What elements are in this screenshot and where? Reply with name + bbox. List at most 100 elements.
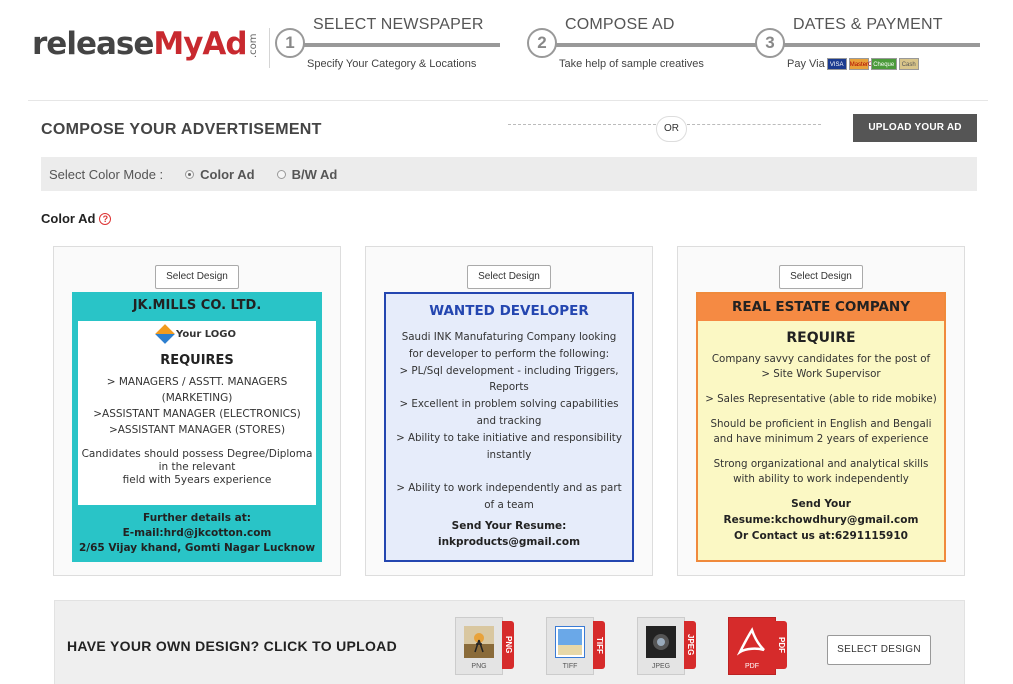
file-ribbon: JPEG — [684, 621, 696, 669]
ad-positions: > MANAGERS / ASSTT. MANAGERS (MARKETING)… — [78, 374, 316, 438]
ad-line: for developer to perform the following: — [408, 347, 610, 360]
step-select-newspaper[interactable]: 1 SELECT NEWSPAPER Specify Your Category… — [275, 14, 500, 74]
ad-paragraph: Company savvy candidates for the post of… — [698, 352, 944, 382]
ad-line: Strong organizational and analytical ski… — [713, 458, 929, 470]
ad-line: Or Contact us at:6291115910 — [734, 530, 908, 542]
png-preview-icon — [464, 626, 494, 658]
divider-dashed-left — [508, 124, 656, 125]
mastercard-icon: MasterCard — [848, 58, 881, 70]
step-number: 3 — [755, 28, 785, 58]
step-subtitle: Pay Via VISA MasterCard Cheque Cash — [787, 58, 919, 70]
upload-prompt: HAVE YOUR OWN DESIGN? CLICK TO UPLOAD — [67, 638, 398, 654]
ad-heading: WANTED DEVELOPER — [429, 303, 589, 319]
radio-label: Color Ad — [200, 166, 255, 182]
pdf-preview-icon — [737, 627, 765, 656]
ad-logo: Your LOGO — [78, 324, 316, 344]
step-number: 1 — [275, 28, 305, 58]
ad-line: with ability to work independently — [733, 473, 909, 485]
jpeg-preview-icon — [646, 626, 676, 658]
step-number: 2 — [527, 28, 557, 58]
ad-paragraph: Strong organizational and analytical ski… — [698, 457, 944, 487]
ad-line: Company savvy candidates for the post of — [711, 353, 931, 365]
ad-line: and tracking — [476, 414, 542, 427]
ad-line: Should be proficient in English and Beng… — [710, 418, 932, 430]
file-ribbon: TIFF — [593, 621, 605, 669]
ad-line: > PL/Sql development - including Trigger… — [399, 364, 619, 377]
file-doc: PDF — [728, 617, 776, 675]
brand-logo[interactable]: releaseMyAd .com — [32, 22, 259, 66]
ad-line: Send Your Resume:kchowdhury@gmail.com — [723, 498, 919, 526]
upload-your-ad-button[interactable]: UPLOAD YOUR AD — [853, 114, 977, 142]
file-ribbon: PNG — [502, 621, 514, 669]
ad-line: Candidates should possess Degree/Diploma — [81, 448, 313, 460]
ad-footer: Further details at: E-mail:hrd@jkcotton.… — [72, 511, 322, 556]
ad-line: inkproducts@gmail.com — [437, 536, 581, 548]
ad-logo-text: Your LOGO — [176, 328, 236, 340]
file-caption: PNG — [471, 663, 487, 670]
section-heading: Color Ad ? — [41, 211, 112, 226]
step-progress-bar — [301, 43, 500, 47]
template-card-jk-mills[interactable]: Select Design JK.MILLS CO. LTD. Your LOG… — [53, 246, 341, 576]
ad-preview: WANTED DEVELOPER Saudi INK Manufaturing … — [384, 292, 634, 562]
ad-line: > Sales Representative (able to ride mob… — [705, 393, 937, 405]
color-ad-radio[interactable]: Color Ad — [185, 166, 255, 182]
select-design-upload-button[interactable]: SELECT DESIGN — [827, 635, 931, 665]
color-mode-label: Select Color Mode : — [49, 166, 164, 182]
ad-line: instantly — [486, 448, 532, 461]
step-progress-bar — [553, 43, 757, 47]
png-file-icon[interactable]: PNG PNG — [449, 615, 519, 677]
brand-wordmark: releaseMyAd — [32, 22, 248, 66]
jpeg-file-icon[interactable]: JPEG JPEG — [631, 615, 701, 677]
ad-line: Saudi INK Manufaturing Company looking — [401, 331, 617, 343]
step-dates-payment[interactable]: 3 DATES & PAYMENT Pay Via VISA MasterCar… — [755, 14, 980, 74]
file-ribbon: PDF — [775, 621, 787, 669]
ad-line: in the relevant — [158, 461, 236, 473]
file-doc: PNG — [455, 617, 503, 675]
help-icon[interactable]: ? — [99, 212, 112, 225]
ad-spacer — [396, 463, 622, 480]
upload-own-design-panel: HAVE YOUR OWN DESIGN? CLICK TO UPLOAD PN… — [54, 600, 965, 684]
step-compose-ad[interactable]: 2 COMPOSE AD Take help of sample creativ… — [527, 14, 757, 74]
tiff-preview-icon — [555, 626, 585, 658]
step-subtitle: Take help of sample creatives — [559, 58, 704, 70]
file-doc: JPEG — [637, 617, 685, 675]
pdf-file-icon[interactable]: PDF PDF — [722, 615, 792, 677]
select-design-button[interactable]: Select Design — [779, 265, 863, 289]
select-design-button[interactable]: Select Design — [155, 265, 239, 289]
ad-line: and have minimum 2 years of experience — [713, 433, 929, 445]
template-card-wanted-developer[interactable]: Select Design WANTED DEVELOPER Saudi INK… — [365, 246, 653, 576]
ad-line: >ASSISTANT MANAGER (ELECTRONICS) — [93, 408, 301, 420]
step-title: COMPOSE AD — [565, 16, 675, 33]
file-doc: TIFF — [546, 617, 594, 675]
ad-preview: REAL ESTATE COMPANY REQUIRE Company savv… — [696, 292, 946, 562]
ad-line: Further details at: — [143, 512, 251, 524]
radio-unselected-icon — [276, 169, 286, 179]
section-heading-label: Color Ad — [41, 211, 96, 226]
ad-heading: JK.MILLS CO. LTD. — [132, 298, 262, 313]
ad-line: > Ability to take initiative and respons… — [396, 431, 622, 444]
bw-ad-radio[interactable]: B/W Ad — [276, 167, 337, 182]
ad-heading: REAL ESTATE COMPANY — [698, 294, 944, 321]
header-rule — [28, 100, 988, 101]
ad-line: 2/65 Vijay khand, Gomti Nagar Lucknow — [78, 542, 316, 554]
ad-line: E-mail:hrd@jkcotton.com — [122, 527, 272, 539]
logo-placeholder-icon — [155, 324, 175, 344]
ad-footer: Send Your Resume:kchowdhury@gmail.com Or… — [698, 496, 944, 544]
brand-name-part1: release — [32, 26, 154, 62]
ad-line: Reports — [489, 381, 529, 394]
tiff-file-icon[interactable]: TIFF TIFF — [540, 615, 610, 677]
ad-line: of a team — [484, 498, 534, 511]
ad-body: Your LOGO REQUIRES > MANAGERS / ASSTT. M… — [78, 321, 316, 505]
cheque-icon: Cheque — [870, 58, 897, 70]
visa-icon: VISA — [826, 58, 847, 70]
ad-preview: JK.MILLS CO. LTD. Your LOGO REQUIRES > M… — [72, 292, 322, 562]
select-design-button[interactable]: Select Design — [467, 265, 551, 289]
template-card-real-estate[interactable]: Select Design REAL ESTATE COMPANY REQUIR… — [677, 246, 965, 576]
ad-line: > Ability to work independently and as p… — [396, 482, 622, 495]
ad-line: > MANAGERS / ASSTT. MANAGERS — [106, 376, 288, 388]
step-subtitle: Specify Your Category & Locations — [307, 58, 477, 70]
ad-line: > Site Work Supervisor — [761, 368, 881, 380]
ad-requires: REQUIRES — [160, 353, 234, 368]
brand-suffix: .com — [247, 33, 259, 58]
file-caption: JPEG — [651, 663, 671, 670]
